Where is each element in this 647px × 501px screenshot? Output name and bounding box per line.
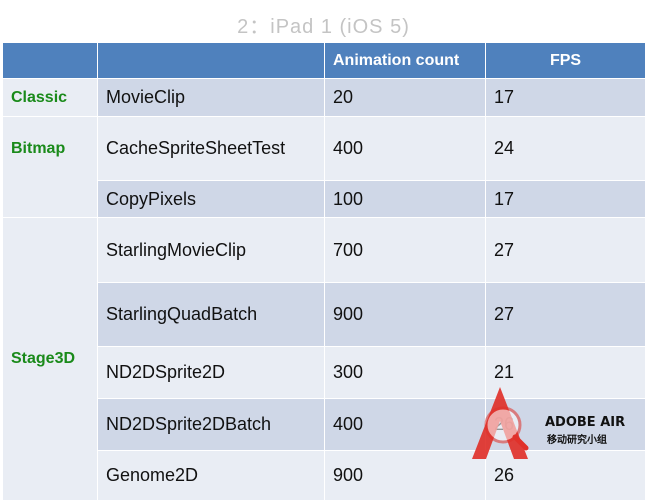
animation-count: 400 [324,116,486,181]
watermark-line1: ADOBE AIR [545,415,626,430]
slide-title: 2：iPad 1 (iOS 5) [237,16,410,38]
animation-count: 20 [324,78,486,117]
fps-value: 24 [485,116,646,181]
test-name: Genome2D [97,450,325,501]
header-animation-count: Animation count [324,42,486,79]
table-row: Classic MovieClip 20 17 [2,78,646,117]
header-category [2,42,98,79]
animation-count: 900 [324,282,486,347]
header-test [97,42,325,79]
table-row: Bitmap CacheSpriteSheetTest 400 24 [2,116,646,218]
test-name: MovieClip [97,78,325,117]
animation-count: 100 [324,180,486,218]
fps-value: 27 [485,217,646,283]
test-name: CopyPixels [97,180,325,218]
category-stage3d: Stage3D [2,217,98,501]
test-name: CacheSpriteSheetTest [97,116,325,181]
animation-count: 700 [324,217,486,283]
fps-value: 27 [485,282,646,347]
fps-value: 17 [485,78,646,117]
watermark-line2: 移动研究小组 [547,435,607,446]
table-row: StarlingQuadBatch 900 27 [3,282,646,347]
test-name: ND2DSprite2D [97,346,325,399]
table-row: Stage3D StarlingMovieClip 700 27 [2,217,646,501]
test-name: StarlingMovieClip [97,217,325,283]
header-fps: FPS [485,42,646,79]
category-bitmap: Bitmap [2,116,98,218]
fps-value: 17 [485,180,646,218]
table-row: CopyPixels 100 17 [3,180,646,218]
test-name: ND2DSprite2DBatch [97,398,325,451]
header-row: Animation count FPS [2,42,646,79]
adobe-air-logo-icon [472,387,529,459]
category-classic: Classic [2,78,98,117]
test-name: StarlingQuadBatch [97,282,325,347]
adobe-air-watermark: ADOBE AIR 移动研究小组 [460,385,647,475]
